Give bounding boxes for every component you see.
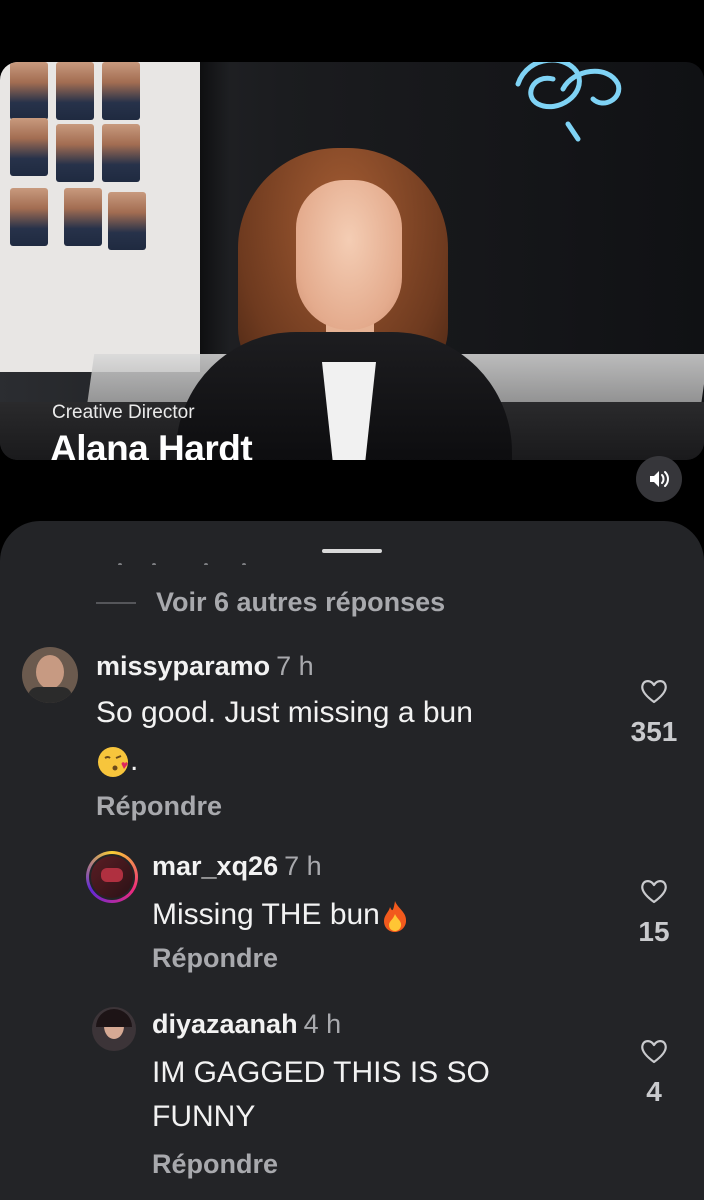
photo <box>102 62 140 120</box>
reply-button[interactable]: Répondre <box>152 1149 278 1180</box>
photo <box>64 188 102 246</box>
comment-text-line: IM GAGGED THIS IS SO <box>152 1049 490 1097</box>
heart-icon <box>641 880 667 904</box>
photo-wall <box>0 62 200 372</box>
comment-text: IM GAGGED THIS IS SO <box>152 1056 490 1089</box>
photo <box>56 124 94 182</box>
username[interactable]: missyparamo <box>96 651 270 681</box>
view-more-replies[interactable]: Voir 6 autres réponses <box>96 587 445 618</box>
comment-header: missyparamo 7 h <box>96 651 314 682</box>
timestamp: 4 h <box>303 1009 342 1039</box>
avatar-ring-gap <box>89 854 135 900</box>
comment-text-cont: FUNNY <box>152 1100 256 1133</box>
reply-button[interactable]: Répondre <box>152 943 278 974</box>
video-player[interactable]: Creative Director Alana Hardt <box>0 62 704 460</box>
video-subtitle: Creative Director <box>52 402 195 423</box>
avatar-body <box>28 687 72 703</box>
comment-text-line: So good. Just missing a bun <box>96 689 576 737</box>
clipped-text <box>112 555 272 565</box>
photo <box>10 118 48 176</box>
photo <box>102 124 140 182</box>
photo <box>10 188 48 246</box>
avatar-hair <box>96 1009 132 1027</box>
comment-text: So good. Just missing a bun <box>96 696 473 729</box>
timestamp: 7 h <box>276 651 314 681</box>
neon-logo <box>515 62 622 142</box>
avatar-story-ring[interactable] <box>86 851 138 903</box>
avatar[interactable] <box>92 1007 136 1051</box>
photo <box>108 192 146 250</box>
photo <box>56 62 94 120</box>
comment-header: diyazaanah 4 h <box>152 1009 341 1040</box>
like-count: 351 <box>630 716 678 747</box>
comments-sheet: Voir 6 autres réponses missyparamo 7 h So… <box>0 521 704 1200</box>
avatar <box>91 856 133 898</box>
comment-text-line: Missing THE bun <box>152 891 410 939</box>
divider-line <box>96 601 136 604</box>
heart-icon <box>641 1040 667 1064</box>
comment-text-line: . <box>96 737 138 785</box>
username[interactable]: mar_xq26 <box>152 851 278 881</box>
person-face <box>296 180 402 330</box>
reply-button[interactable]: Répondre <box>96 791 222 822</box>
sound-toggle-button[interactable] <box>636 456 682 502</box>
sheet-grabber[interactable] <box>322 549 382 553</box>
fire-emoji-icon <box>383 901 406 933</box>
like-count: 15 <box>638 916 670 947</box>
avatar-face <box>36 655 64 689</box>
heart-icon <box>641 680 667 704</box>
avatar[interactable] <box>22 647 78 703</box>
speaker-icon <box>650 471 669 487</box>
username[interactable]: diyazaanah <box>152 1009 298 1039</box>
like-button[interactable]: 4 <box>624 1037 684 1108</box>
view-more-replies-label: Voir 6 autres réponses <box>156 587 446 617</box>
comment-header: mar_xq26 7 h <box>152 851 322 882</box>
wall-shadow <box>200 62 230 372</box>
like-button[interactable]: 15 <box>624 877 684 948</box>
photo <box>10 62 48 120</box>
comment-text: Missing THE bun <box>152 898 380 931</box>
comment-text-line: FUNNY <box>152 1093 255 1141</box>
video-title: Alana Hardt <box>50 428 253 460</box>
comment-text-cont: . <box>130 744 139 777</box>
like-button[interactable]: 351 <box>624 677 684 748</box>
timestamp: 7 h <box>284 851 322 881</box>
kiss-emoji-icon <box>98 747 128 778</box>
avatar-figure <box>101 868 123 882</box>
like-count: 4 <box>646 1076 662 1107</box>
